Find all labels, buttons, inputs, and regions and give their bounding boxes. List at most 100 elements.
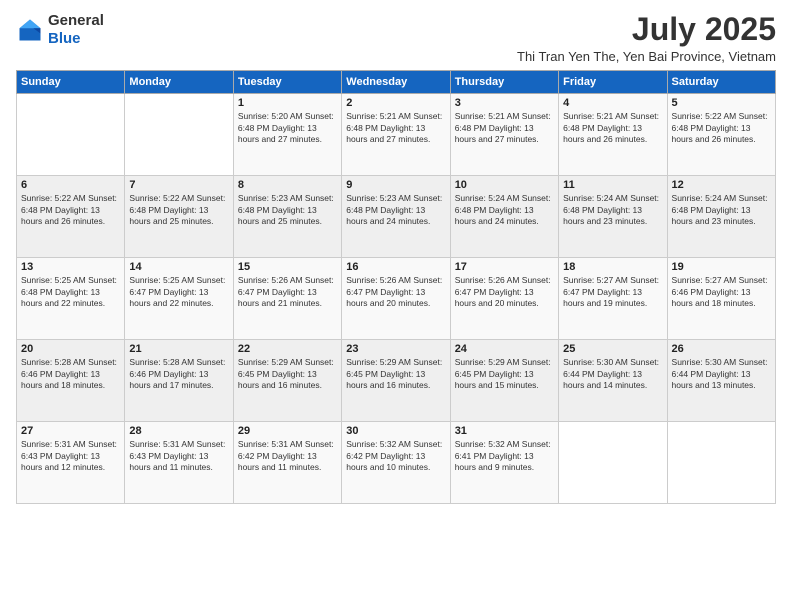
day-number: 21 (129, 343, 228, 355)
calendar-cell: 12 Sunrise: 5:24 AM Sunset: 6:48 PM Dayli… (667, 176, 775, 258)
day-number: 4 (563, 97, 662, 109)
calendar-week-3: 13Sunrise: 5:25 AM Sunset: 6:48 PM Dayli… (17, 258, 776, 340)
day-number: 3 (455, 97, 554, 109)
calendar-cell: 10 Sunrise: 5:24 AM Sunset: 6:48 PM Dayli… (450, 176, 558, 258)
weekday-row: Sunday Monday Tuesday Wednesday Thursday… (17, 71, 776, 94)
day-number: 6 (21, 179, 120, 191)
day-number: 8 (238, 179, 337, 191)
day-number: 27 (21, 425, 120, 437)
day-info: Sunrise: 5:21 AM Sunset: 6:48 PM Dayligh… (563, 111, 662, 145)
day-info: Sunrise: 5:22 AM Sunset: 6:48 PM Dayligh… (129, 193, 228, 227)
day-info: Sunrise: 5:24 AM Sunset: 6:48 PM Dayligh… (455, 193, 554, 227)
day-number: 23 (346, 343, 445, 355)
day-number: 20 (21, 343, 120, 355)
header-monday: Monday (125, 71, 233, 94)
calendar-cell: 5 Sunrise: 5:22 AM Sunset: 6:48 PM Daylig… (667, 94, 775, 176)
logo-icon (16, 16, 44, 44)
day-info: Sunrise: 5:23 AM Sunset: 6:48 PM Dayligh… (346, 193, 445, 227)
day-info: Sunrise: 5:26 AM Sunset: 6:47 PM Dayligh… (455, 275, 554, 309)
calendar-cell (125, 94, 233, 176)
day-number: 19 (672, 261, 771, 273)
calendar-cell: 16Sunrise: 5:26 AM Sunset: 6:47 PM Dayli… (342, 258, 450, 340)
calendar-cell: 8 Sunrise: 5:23 AM Sunset: 6:48 PM Daylig… (233, 176, 341, 258)
day-info: Sunrise: 5:31 AM Sunset: 6:42 PM Dayligh… (238, 439, 337, 473)
day-info: Sunrise: 5:32 AM Sunset: 6:42 PM Dayligh… (346, 439, 445, 473)
day-number: 2 (346, 97, 445, 109)
calendar-cell: 6 Sunrise: 5:22 AM Sunset: 6:48 PM Daylig… (17, 176, 125, 258)
calendar-week-1: 1 Sunrise: 5:20 AM Sunset: 6:48 PM Daylig… (17, 94, 776, 176)
calendar-week-5: 27 Sunrise: 5:31 AM Sunset: 6:43 PM Dayli… (17, 422, 776, 504)
day-number: 30 (346, 425, 445, 437)
day-number: 12 (672, 179, 771, 191)
logo-text: General Blue (48, 12, 104, 48)
day-number: 26 (672, 343, 771, 355)
day-info: Sunrise: 5:32 AM Sunset: 6:41 PM Dayligh… (455, 439, 554, 473)
calendar-week-2: 6 Sunrise: 5:22 AM Sunset: 6:48 PM Daylig… (17, 176, 776, 258)
day-info: Sunrise: 5:25 AM Sunset: 6:47 PM Dayligh… (129, 275, 228, 309)
day-number: 31 (455, 425, 554, 437)
day-number: 22 (238, 343, 337, 355)
day-info: Sunrise: 5:21 AM Sunset: 6:48 PM Dayligh… (455, 111, 554, 145)
calendar-cell (17, 94, 125, 176)
day-number: 15 (238, 261, 337, 273)
logo: General Blue (16, 12, 104, 48)
calendar-cell: 17 Sunrise: 5:26 AM Sunset: 6:47 PM Dayli… (450, 258, 558, 340)
day-info: Sunrise: 5:28 AM Sunset: 6:46 PM Dayligh… (21, 357, 120, 391)
day-info: Sunrise: 5:30 AM Sunset: 6:44 PM Dayligh… (563, 357, 662, 391)
header-wednesday: Wednesday (342, 71, 450, 94)
calendar-cell: 13Sunrise: 5:25 AM Sunset: 6:48 PM Dayli… (17, 258, 125, 340)
month-year-title: July 2025 (517, 12, 776, 47)
day-number: 17 (455, 261, 554, 273)
day-number: 16 (346, 261, 445, 273)
day-info: Sunrise: 5:31 AM Sunset: 6:43 PM Dayligh… (129, 439, 228, 473)
day-number: 29 (238, 425, 337, 437)
day-info: Sunrise: 5:27 AM Sunset: 6:46 PM Dayligh… (672, 275, 771, 309)
day-number: 5 (672, 97, 771, 109)
day-number: 9 (346, 179, 445, 191)
day-number: 25 (563, 343, 662, 355)
day-info: Sunrise: 5:20 AM Sunset: 6:48 PM Dayligh… (238, 111, 337, 145)
calendar-cell: 11Sunrise: 5:24 AM Sunset: 6:48 PM Dayli… (559, 176, 667, 258)
day-info: Sunrise: 5:28 AM Sunset: 6:46 PM Dayligh… (129, 357, 228, 391)
day-info: Sunrise: 5:29 AM Sunset: 6:45 PM Dayligh… (455, 357, 554, 391)
calendar-week-4: 20 Sunrise: 5:28 AM Sunset: 6:46 PM Dayli… (17, 340, 776, 422)
day-number: 1 (238, 97, 337, 109)
day-number: 18 (563, 261, 662, 273)
location-text: Thi Tran Yen The, Yen Bai Province, Viet… (517, 49, 776, 64)
calendar-cell: 29 Sunrise: 5:31 AM Sunset: 6:42 PM Dayli… (233, 422, 341, 504)
calendar-cell: 26 Sunrise: 5:30 AM Sunset: 6:44 PM Dayli… (667, 340, 775, 422)
header-tuesday: Tuesday (233, 71, 341, 94)
calendar-table: Sunday Monday Tuesday Wednesday Thursday… (16, 70, 776, 504)
calendar-cell: 20 Sunrise: 5:28 AM Sunset: 6:46 PM Dayli… (17, 340, 125, 422)
day-info: Sunrise: 5:27 AM Sunset: 6:47 PM Dayligh… (563, 275, 662, 309)
logo-blue: Blue (48, 30, 104, 48)
day-number: 13 (21, 261, 120, 273)
day-info: Sunrise: 5:24 AM Sunset: 6:48 PM Dayligh… (672, 193, 771, 227)
header-thursday: Thursday (450, 71, 558, 94)
day-info: Sunrise: 5:30 AM Sunset: 6:44 PM Dayligh… (672, 357, 771, 391)
header-saturday: Saturday (667, 71, 775, 94)
calendar-cell: 1 Sunrise: 5:20 AM Sunset: 6:48 PM Daylig… (233, 94, 341, 176)
logo-general: General (48, 12, 104, 30)
day-info: Sunrise: 5:23 AM Sunset: 6:48 PM Dayligh… (238, 193, 337, 227)
calendar-cell: 30 Sunrise: 5:32 AM Sunset: 6:42 PM Dayli… (342, 422, 450, 504)
day-info: Sunrise: 5:29 AM Sunset: 6:45 PM Dayligh… (346, 357, 445, 391)
calendar-cell: 9 Sunrise: 5:23 AM Sunset: 6:48 PM Daylig… (342, 176, 450, 258)
day-info: Sunrise: 5:22 AM Sunset: 6:48 PM Dayligh… (21, 193, 120, 227)
calendar-cell (559, 422, 667, 504)
calendar-cell: 2 Sunrise: 5:21 AM Sunset: 6:48 PM Daylig… (342, 94, 450, 176)
title-section: July 2025 Thi Tran Yen The, Yen Bai Prov… (517, 12, 776, 64)
day-info: Sunrise: 5:22 AM Sunset: 6:48 PM Dayligh… (672, 111, 771, 145)
calendar-cell: 25 Sunrise: 5:30 AM Sunset: 6:44 PM Dayli… (559, 340, 667, 422)
calendar-cell: 23 Sunrise: 5:29 AM Sunset: 6:45 PM Dayli… (342, 340, 450, 422)
calendar-cell: 7Sunrise: 5:22 AM Sunset: 6:48 PM Daylig… (125, 176, 233, 258)
calendar-body: 1 Sunrise: 5:20 AM Sunset: 6:48 PM Daylig… (17, 94, 776, 504)
day-info: Sunrise: 5:29 AM Sunset: 6:45 PM Dayligh… (238, 357, 337, 391)
day-number: 10 (455, 179, 554, 191)
calendar-cell: 22 Sunrise: 5:29 AM Sunset: 6:45 PM Dayli… (233, 340, 341, 422)
day-number: 14 (129, 261, 228, 273)
header-sunday: Sunday (17, 71, 125, 94)
page: General Blue July 2025 Thi Tran Yen The,… (0, 0, 792, 612)
calendar-cell: 18 Sunrise: 5:27 AM Sunset: 6:47 PM Dayli… (559, 258, 667, 340)
day-info: Sunrise: 5:21 AM Sunset: 6:48 PM Dayligh… (346, 111, 445, 145)
